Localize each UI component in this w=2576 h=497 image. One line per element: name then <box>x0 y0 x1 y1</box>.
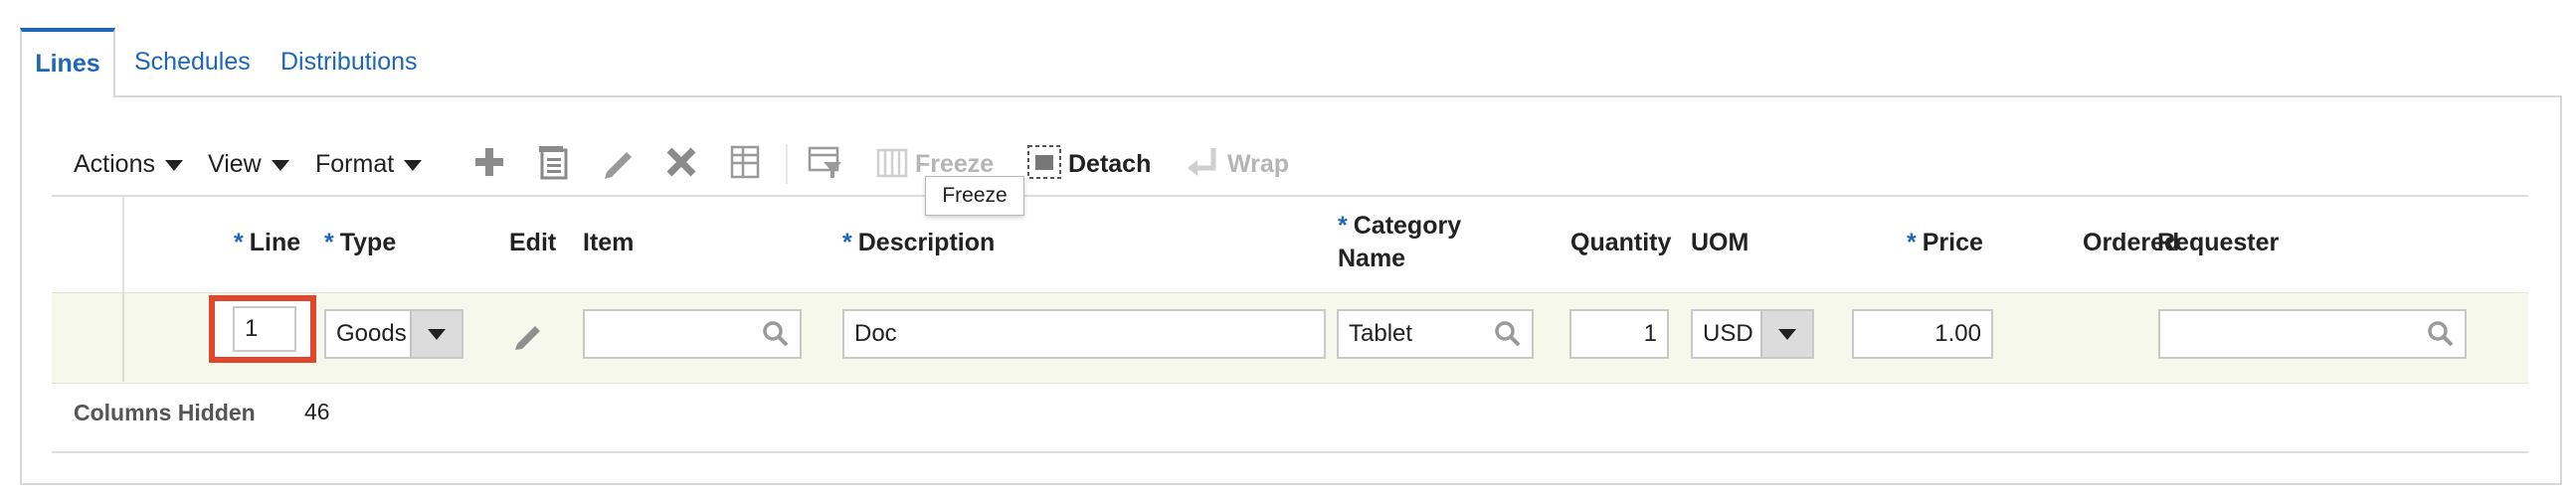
column-header-requester[interactable]: Requester <box>2157 229 2279 257</box>
search-icon[interactable] <box>1494 320 1522 348</box>
columns-hidden-count: 46 <box>304 399 330 424</box>
chevron-down-icon <box>1778 329 1796 340</box>
view-caret-icon <box>271 159 289 171</box>
description-input[interactable]: Doc <box>842 309 1326 359</box>
table-top-rule <box>52 195 2528 197</box>
column-header-description[interactable]: * Description <box>842 229 995 257</box>
type-value: Goods <box>336 320 407 347</box>
edit-icon[interactable] <box>599 142 639 182</box>
column-header-quantity[interactable]: Quantity <box>1570 229 1671 257</box>
column-label-price: Price <box>1922 229 1983 256</box>
actions-label: Actions <box>74 150 155 178</box>
detach-button[interactable]: Detach <box>1068 147 1151 181</box>
edit-row-icon[interactable] <box>511 316 547 352</box>
view-label: View <box>208 150 262 178</box>
detach-icon[interactable] <box>1024 142 1064 182</box>
wrap-icon <box>1188 148 1216 176</box>
column-label-description: Description <box>857 229 996 256</box>
column-label-line: Line <box>249 229 301 256</box>
column-header-item[interactable]: Item <box>583 229 634 257</box>
plus-icon[interactable] <box>469 142 509 182</box>
column-label-category: Category <box>1353 212 1462 240</box>
columns-hidden-label: Columns Hidden <box>74 400 256 425</box>
actions-menu[interactable]: Actions <box>74 147 183 181</box>
wrap-button[interactable]: Wrap <box>1227 147 1289 181</box>
column-header-category-name[interactable]: * Category <box>1338 212 1461 241</box>
quantity-input[interactable]: 1 <box>1569 309 1669 359</box>
freeze-tooltip: Freeze <box>925 176 1024 216</box>
line-number-input[interactable]: 1 <box>233 306 296 352</box>
toolbar-separator <box>786 144 788 184</box>
tab-schedules[interactable]: Schedules <box>134 28 251 95</box>
item-input[interactable] <box>583 309 802 359</box>
tab-bar: Lines Schedules Distributions <box>20 28 2566 97</box>
format-menu[interactable]: Format <box>315 147 423 181</box>
column-header-line[interactable]: * Line <box>234 229 300 257</box>
column-header-category-name-line2: Name <box>1338 245 1406 272</box>
required-marker: * <box>1907 229 1917 256</box>
column-header-uom[interactable]: UOM <box>1691 229 1748 257</box>
uom-value: USD <box>1703 320 1753 347</box>
requester-input[interactable] <box>2158 309 2467 359</box>
required-marker: * <box>324 229 334 256</box>
category-value: Tablet <box>1349 320 1413 347</box>
row-selector-divider <box>122 292 124 382</box>
price-input[interactable]: 1.00 <box>1852 309 1993 359</box>
category-name-input[interactable]: Tablet <box>1337 309 1534 359</box>
tab-distributions[interactable]: Distributions <box>280 28 418 95</box>
search-icon[interactable] <box>2427 320 2455 348</box>
type-select[interactable]: Goods <box>324 309 463 359</box>
delete-icon[interactable] <box>661 142 701 182</box>
required-marker: * <box>234 229 244 256</box>
actions-caret-icon <box>164 159 183 171</box>
type-dropdown-button[interactable] <box>410 311 461 357</box>
duplicate-icon[interactable] <box>534 142 574 182</box>
format-label: Format <box>315 150 395 178</box>
tab-lines[interactable]: Lines <box>20 28 115 97</box>
required-marker: * <box>842 229 852 256</box>
query-by-example-icon[interactable] <box>806 142 845 182</box>
uom-dropdown-button[interactable] <box>1760 311 1812 357</box>
uom-select[interactable]: USD <box>1691 309 1814 359</box>
table-bottom-rule <box>52 451 2528 453</box>
columns-icon[interactable] <box>726 142 766 182</box>
freeze-icon <box>876 148 908 178</box>
chevron-down-icon <box>428 329 446 340</box>
required-marker: * <box>1338 212 1348 240</box>
column-header-price[interactable]: * Price <box>1907 229 1983 257</box>
search-icon[interactable] <box>762 320 790 348</box>
column-header-type[interactable]: * Type <box>324 229 396 257</box>
column-header-edit[interactable]: Edit <box>509 229 556 257</box>
view-menu[interactable]: View <box>208 147 289 181</box>
column-label-type: Type <box>339 229 397 256</box>
format-caret-icon <box>404 159 423 171</box>
